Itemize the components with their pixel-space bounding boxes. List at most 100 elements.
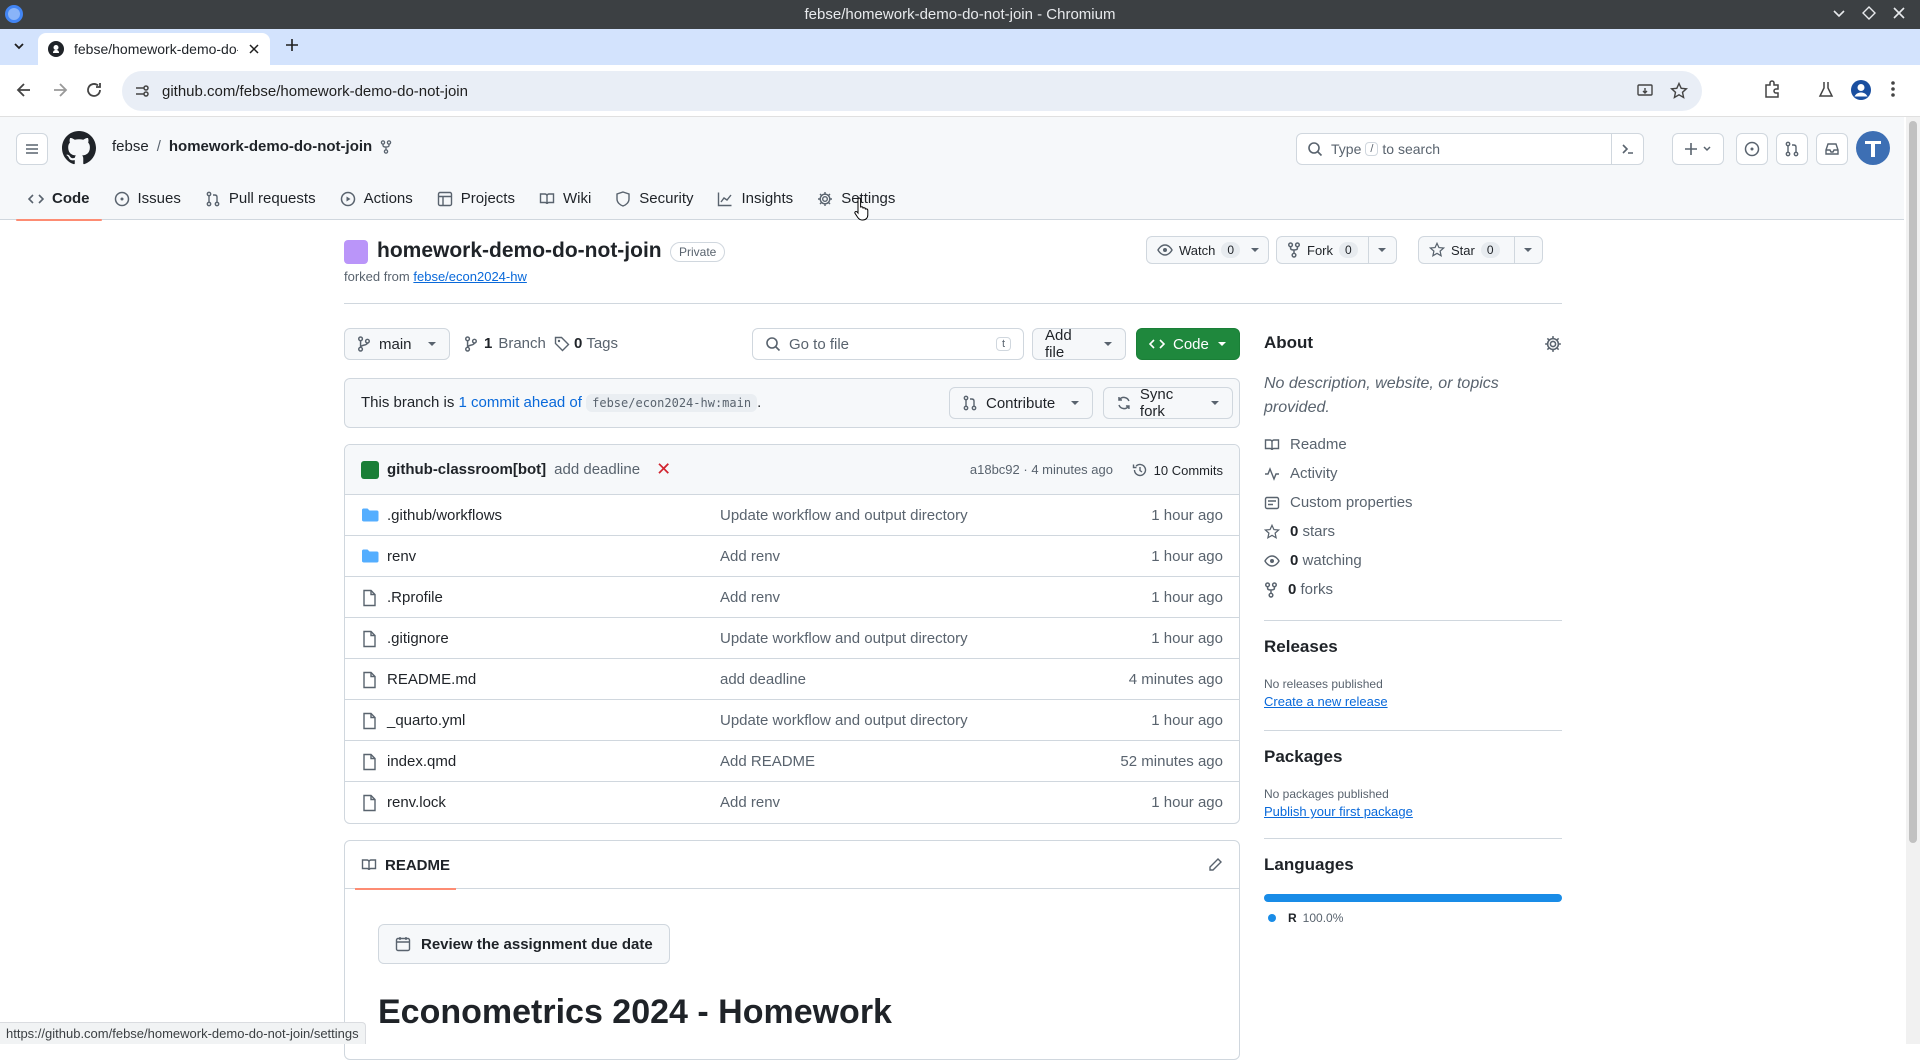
- commit-sha-time[interactable]: a18bc92 · 4 minutes ago: [970, 462, 1113, 477]
- commits-history-link[interactable]: 10 Commits: [1132, 462, 1223, 478]
- forked-from-link[interactable]: febse/econ2024-hw: [413, 269, 526, 284]
- file-commit-message-link[interactable]: Update workflow and output directory: [720, 507, 968, 524]
- commits-ahead-link[interactable]: 1 commit ahead of: [459, 394, 582, 411]
- readme-tab[interactable]: README: [355, 841, 457, 890]
- file-name-link[interactable]: .gitignore: [387, 630, 449, 647]
- file-commit-message-link[interactable]: Add renv: [720, 794, 780, 811]
- address-bar[interactable]: github.com/febse/homework-demo-do-not-jo…: [122, 71, 1702, 111]
- tags-link[interactable]: 0 Tags: [554, 335, 618, 352]
- fork-dropdown-button[interactable]: [1367, 237, 1396, 263]
- fork-button[interactable]: Fork 0: [1276, 236, 1397, 264]
- file-name-link[interactable]: README.md: [387, 671, 476, 688]
- close-window-icon[interactable]: [1892, 6, 1906, 20]
- create-new-button[interactable]: [1672, 133, 1724, 165]
- tab-projects[interactable]: Projects: [425, 177, 527, 220]
- bookmark-star-icon[interactable]: [1670, 82, 1688, 100]
- github-logo-icon[interactable]: [62, 131, 96, 165]
- install-app-icon[interactable]: [1636, 82, 1654, 100]
- forks-link[interactable]: 0 forks: [1264, 581, 1333, 598]
- about-settings-gear-icon[interactable]: [1544, 335, 1562, 353]
- hamburger-icon: [26, 144, 38, 154]
- file-name-link[interactable]: .github/workflows: [387, 507, 502, 524]
- site-info-icon[interactable]: [134, 83, 150, 99]
- forward-icon[interactable]: [50, 80, 70, 100]
- command-palette-icon[interactable]: [1611, 134, 1643, 164]
- file-row[interactable]: .github/workflows Update workflow and out…: [345, 495, 1239, 536]
- file-name-link[interactable]: renv: [387, 548, 416, 565]
- contribute-button[interactable]: Contribute: [949, 387, 1093, 419]
- file-name-link[interactable]: renv.lock: [387, 794, 446, 811]
- file-row[interactable]: renv Add renv 1 hour ago: [345, 536, 1239, 577]
- back-icon[interactable]: [14, 80, 34, 100]
- maximize-icon[interactable]: [1862, 6, 1876, 20]
- owner-link[interactable]: febse: [112, 138, 149, 155]
- file-commit-message-link[interactable]: Add renv: [720, 548, 780, 565]
- issues-button[interactable]: [1736, 133, 1768, 165]
- add-file-button[interactable]: Add file: [1032, 327, 1126, 361]
- tab-wiki[interactable]: Wiki: [527, 177, 603, 220]
- publish-package-link[interactable]: Publish your first package: [1264, 804, 1413, 819]
- code-clone-button[interactable]: Code: [1136, 328, 1240, 360]
- sync-fork-button[interactable]: Sync fork: [1103, 386, 1233, 420]
- file-row[interactable]: .gitignore Update workflow and output dir…: [345, 618, 1239, 659]
- commit-author-link[interactable]: github-classroom[bot]: [387, 461, 546, 478]
- branch-select-button[interactable]: main: [344, 328, 450, 360]
- check-failed-icon[interactable]: ✕: [656, 459, 671, 480]
- file-row[interactable]: index.qmd Add README 52 minutes ago: [345, 741, 1239, 782]
- due-date-button[interactable]: Review the assignment due date: [378, 924, 670, 964]
- language-item-r[interactable]: R 100.0%: [1268, 911, 1343, 925]
- tab-issues[interactable]: Issues: [102, 177, 193, 220]
- releases-heading[interactable]: Releases: [1264, 637, 1338, 657]
- file-row[interactable]: .Rprofile Add renv 1 hour ago: [345, 577, 1239, 618]
- file-name-link[interactable]: .Rprofile: [387, 589, 443, 606]
- create-release-link[interactable]: Create a new release: [1264, 694, 1388, 709]
- file-commit-message-link[interactable]: Update workflow and output directory: [720, 630, 968, 647]
- page-scrollbar[interactable]: [1906, 117, 1920, 1044]
- browser-menu-icon[interactable]: [1890, 79, 1896, 99]
- file-name-link[interactable]: _quarto.yml: [387, 712, 465, 729]
- custom-properties-link[interactable]: Custom properties: [1264, 494, 1413, 511]
- repo-title[interactable]: homework-demo-do-not-join: [377, 239, 662, 263]
- file-commit-message-link[interactable]: Add renv: [720, 589, 780, 606]
- file-name-link[interactable]: index.qmd: [387, 753, 456, 770]
- packages-heading[interactable]: Packages: [1264, 747, 1342, 767]
- new-tab-icon[interactable]: [284, 37, 300, 53]
- tab-code[interactable]: Code: [16, 177, 102, 221]
- stars-link[interactable]: 0 stars: [1264, 523, 1335, 540]
- user-avatar[interactable]: [1856, 131, 1890, 165]
- file-row[interactable]: _quarto.yml Update workflow and output di…: [345, 700, 1239, 741]
- reload-icon[interactable]: [84, 80, 104, 100]
- tab-search-icon[interactable]: [12, 39, 26, 53]
- labs-icon[interactable]: [1816, 79, 1836, 99]
- extensions-icon[interactable]: [1762, 79, 1782, 99]
- tab-actions[interactable]: Actions: [328, 177, 425, 220]
- global-menu-button[interactable]: [16, 133, 48, 165]
- star-dropdown-button[interactable]: [1513, 237, 1542, 263]
- file-commit-message-link[interactable]: add deadline: [720, 671, 806, 688]
- scrollbar-thumb[interactable]: [1909, 121, 1917, 843]
- branches-link[interactable]: 1 Branch: [464, 335, 546, 352]
- repo-link[interactable]: homework-demo-do-not-join: [169, 138, 372, 155]
- readme-link[interactable]: Readme: [1264, 436, 1347, 453]
- file-row[interactable]: README.md add deadline 4 minutes ago: [345, 659, 1239, 700]
- close-tab-icon[interactable]: [248, 43, 260, 55]
- profile-icon[interactable]: [1850, 79, 1872, 101]
- pull-requests-button[interactable]: [1776, 133, 1808, 165]
- tab-security[interactable]: Security: [603, 177, 705, 220]
- file-row[interactable]: renv.lock Add renv 1 hour ago: [345, 782, 1239, 823]
- file-commit-message-link[interactable]: Add README: [720, 753, 815, 770]
- file-commit-message-link[interactable]: Update workflow and output directory: [720, 712, 968, 729]
- browser-tab[interactable]: febse/homework-demo-do-not-join: [38, 33, 270, 65]
- watch-button[interactable]: Watch 0: [1146, 236, 1270, 264]
- star-button[interactable]: Star 0: [1418, 236, 1543, 264]
- go-to-file-input[interactable]: Go to file t: [752, 328, 1024, 360]
- watching-link[interactable]: 0 watching: [1264, 552, 1362, 569]
- minimize-icon[interactable]: [1832, 6, 1846, 20]
- commit-message-link[interactable]: add deadline: [554, 461, 640, 478]
- pencil-icon[interactable]: [1207, 857, 1223, 873]
- tab-pull-requests[interactable]: Pull requests: [193, 177, 328, 220]
- activity-link[interactable]: Activity: [1264, 465, 1338, 482]
- inbox-button[interactable]: [1816, 133, 1848, 165]
- search-input[interactable]: Type / to search: [1296, 133, 1644, 165]
- tab-insights[interactable]: Insights: [705, 177, 805, 220]
